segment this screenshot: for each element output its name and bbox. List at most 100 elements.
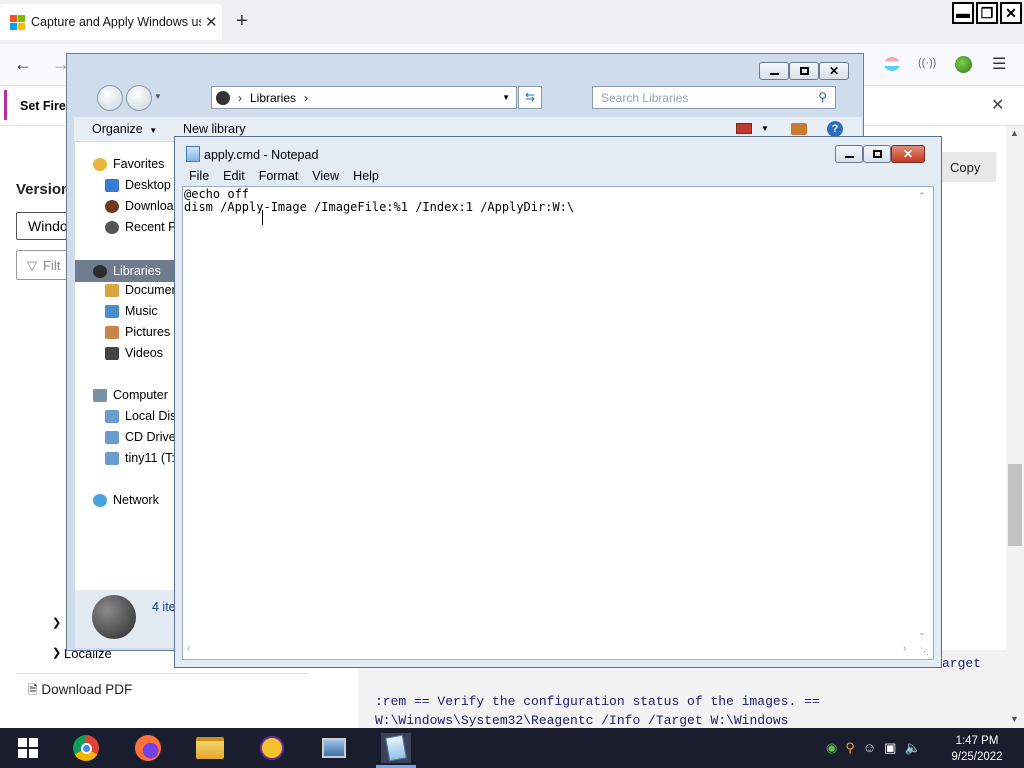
filter-placeholder: Filt bbox=[43, 258, 61, 273]
recent-pages-chevron-icon[interactable]: ▼ bbox=[154, 92, 162, 101]
explorer-back-button[interactable] bbox=[97, 85, 123, 111]
desktop-icon bbox=[105, 178, 119, 192]
minimize-icon bbox=[844, 155, 854, 158]
menu-help[interactable]: Help bbox=[353, 169, 379, 183]
tray-globe-icon[interactable]: ◉ bbox=[826, 740, 837, 756]
scroll-up-icon[interactable]: ▲ bbox=[1010, 128, 1019, 138]
menu-format[interactable]: Format bbox=[259, 169, 299, 183]
windows-logo-icon bbox=[18, 738, 38, 758]
notepad-close-button[interactable]: ✕ bbox=[891, 145, 925, 163]
explorer-minimize-button[interactable] bbox=[759, 62, 789, 80]
item-count: 4 ite bbox=[152, 600, 176, 614]
search-libraries-input[interactable]: Search Libraries ⚲ bbox=[592, 86, 836, 109]
local-disk-icon bbox=[105, 409, 119, 423]
extension-globe-icon[interactable] bbox=[955, 56, 972, 73]
address-dropdown-icon[interactable]: ▼ bbox=[502, 93, 510, 102]
minimize-button[interactable]: ▬ bbox=[952, 2, 974, 24]
file-explorer-icon[interactable] bbox=[195, 733, 225, 763]
breadcrumb-libraries[interactable]: Libraries bbox=[250, 91, 296, 105]
menu-file[interactable]: File bbox=[189, 169, 209, 183]
search-placeholder: Search Libraries bbox=[601, 91, 689, 105]
notepad-vscroll-down-icon[interactable]: ⌄ bbox=[918, 627, 926, 638]
new-library-button[interactable]: New library bbox=[183, 122, 246, 136]
close-button[interactable]: ✕ bbox=[1000, 2, 1022, 24]
menu-icon[interactable]: ☰ bbox=[992, 54, 1006, 74]
tray-emoji-icon[interactable]: ☺ bbox=[863, 740, 876, 756]
tab-title: Capture and Apply Windows us bbox=[31, 15, 201, 29]
firefox-icon[interactable] bbox=[133, 733, 163, 763]
explorer-window-controls: ✕ bbox=[759, 62, 849, 80]
copy-button[interactable]: Copy bbox=[938, 152, 996, 182]
clock[interactable]: 1:47 PM 9/25/2022 bbox=[942, 733, 1012, 765]
page-scrollbar[interactable] bbox=[1006, 126, 1024, 730]
restore-button[interactable]: ❐ bbox=[976, 2, 998, 24]
computer-app-icon[interactable] bbox=[319, 733, 349, 763]
nav-downloads[interactable]: Downloa bbox=[105, 199, 174, 213]
preview-pane-icon[interactable] bbox=[791, 123, 807, 135]
chevron-down-icon: ▼ bbox=[149, 126, 158, 135]
tray-search-icon[interactable]: ⚲ bbox=[845, 740, 855, 756]
filter-icon: ▽ bbox=[27, 258, 37, 273]
view-options-icon[interactable] bbox=[736, 123, 752, 134]
nav-network[interactable]: Network bbox=[93, 493, 159, 507]
download-pdf-label: Download PDF bbox=[41, 682, 133, 697]
nav-music[interactable]: Music bbox=[105, 304, 158, 318]
tray-volume-icon[interactable]: 🔈 bbox=[904, 740, 920, 756]
cd-drive-icon bbox=[105, 430, 119, 444]
notification-close-icon[interactable]: ✕ bbox=[991, 95, 1004, 115]
menu-edit[interactable]: Edit bbox=[223, 169, 245, 183]
yahoo-messenger-icon[interactable] bbox=[257, 733, 287, 763]
breadcrumb-separator-icon: › bbox=[304, 90, 309, 105]
notepad-resize-grip-icon[interactable]: ⋱ bbox=[920, 646, 929, 657]
menu-view[interactable]: View bbox=[312, 169, 339, 183]
notepad-menubar: File Edit Format View Help bbox=[189, 169, 379, 183]
nav-favorites[interactable]: Favorites bbox=[93, 157, 164, 171]
notepad-text-area[interactable] bbox=[182, 186, 934, 660]
recent-places-icon bbox=[105, 220, 119, 234]
nav-videos[interactable]: Videos bbox=[105, 346, 163, 360]
nav-tiny11-drive[interactable]: tiny11 (T: bbox=[105, 451, 175, 465]
notepad-hscroll-left-icon[interactable]: ‹ bbox=[187, 643, 190, 654]
nav-cd-drive[interactable]: CD Drive bbox=[105, 430, 176, 444]
nav-desktop[interactable]: Desktop bbox=[105, 178, 171, 192]
notepad-vscroll-up-icon[interactable]: ⌃ bbox=[918, 191, 926, 202]
tree-chevron-icon[interactable]: ❯ bbox=[52, 616, 61, 629]
browser-tab[interactable]: Capture and Apply Windows us ✕ bbox=[0, 4, 222, 40]
notepad-minimize-button[interactable] bbox=[835, 145, 863, 163]
organize-button[interactable]: Organize ▼ bbox=[92, 122, 157, 136]
view-options-chevron-icon[interactable]: ▼ bbox=[761, 124, 769, 133]
extension-icon[interactable]: ((·)) bbox=[918, 57, 936, 69]
nav-documents[interactable]: Documen bbox=[105, 283, 179, 297]
chrome-icon[interactable] bbox=[71, 733, 101, 763]
nav-pictures[interactable]: Pictures bbox=[105, 325, 170, 339]
explorer-maximize-button[interactable] bbox=[789, 62, 819, 80]
notepad-maximize-button[interactable] bbox=[863, 145, 891, 163]
refresh-button[interactable]: ⇆ bbox=[518, 86, 542, 109]
nav-local-disk[interactable]: Local Disk bbox=[105, 409, 183, 423]
page-scrollbar-thumb[interactable] bbox=[1008, 464, 1022, 546]
nav-libraries[interactable]: Libraries bbox=[75, 260, 175, 282]
clock-date: 9/25/2022 bbox=[951, 751, 1003, 763]
notepad-taskbar-icon[interactable] bbox=[381, 733, 411, 763]
nav-recent-places[interactable]: Recent Pl bbox=[105, 220, 179, 234]
libraries-icon bbox=[216, 90, 230, 105]
tab-close-icon[interactable]: ✕ bbox=[205, 13, 218, 31]
help-icon[interactable]: ? bbox=[827, 121, 843, 137]
notepad-app-icon bbox=[186, 146, 200, 162]
extension-flag-icon[interactable] bbox=[884, 57, 900, 71]
explorer-forward-button[interactable] bbox=[126, 85, 152, 111]
scroll-down-icon[interactable]: ▼ bbox=[1010, 714, 1019, 724]
tree-chevron-icon[interactable]: ❯ bbox=[52, 646, 61, 659]
nav-computer[interactable]: Computer bbox=[93, 388, 168, 402]
back-arrow-icon[interactable]: ← bbox=[14, 54, 32, 75]
explorer-close-button[interactable]: ✕ bbox=[819, 62, 849, 80]
documents-icon bbox=[105, 283, 119, 297]
address-bar[interactable]: › Libraries › ▼ bbox=[211, 86, 517, 109]
notification-text: Set Firef bbox=[20, 99, 71, 113]
explorer-navigation-pane: Favorites Desktop Downloa Recent Pl Libr… bbox=[75, 142, 183, 590]
tray-network-icon[interactable]: ▣ bbox=[884, 740, 896, 756]
notepad-hscroll-right-icon[interactable]: › bbox=[903, 643, 906, 654]
download-pdf-link[interactable]: 🗎 Download PDF bbox=[28, 681, 132, 702]
new-tab-button[interactable]: + bbox=[236, 10, 248, 33]
start-button[interactable] bbox=[13, 733, 43, 763]
